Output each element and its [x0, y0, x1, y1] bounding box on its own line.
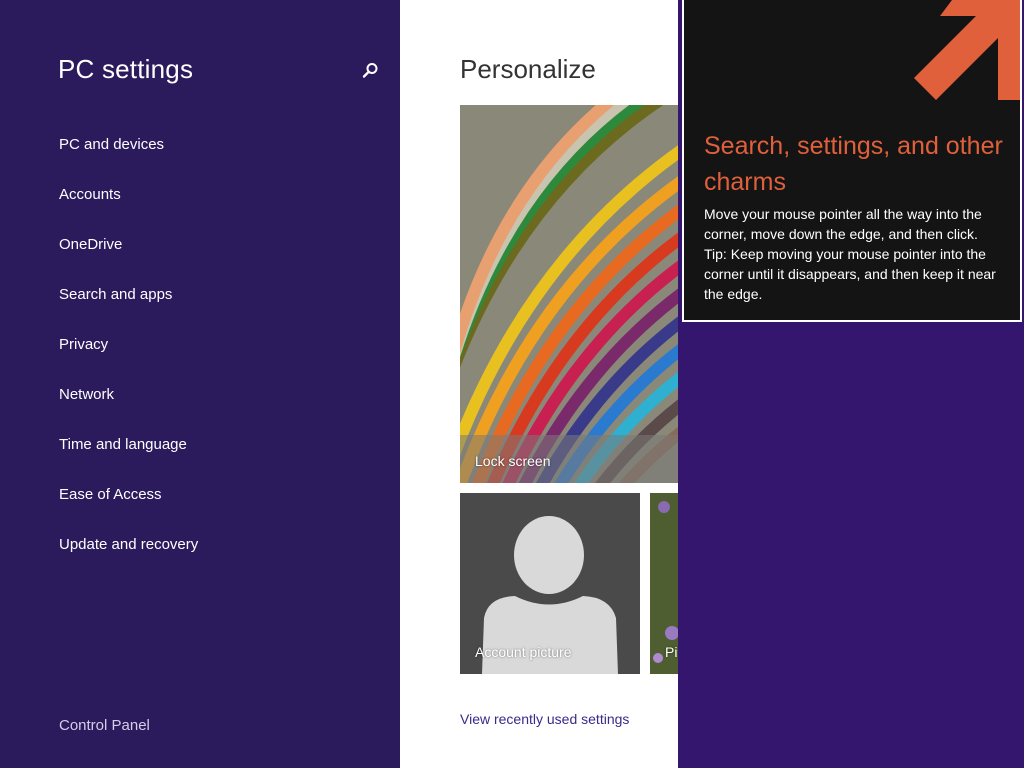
sidebar-item-time-and-language[interactable]: Time and language — [59, 434, 198, 484]
sidebar-nav: PC and devices Accounts OneDrive Search … — [59, 134, 198, 584]
charms-tip-heading: Search, settings, and other charms — [704, 132, 1003, 196]
sidebar: PC settings PC and devices Accounts OneD… — [0, 0, 400, 768]
account-picture-label: Account picture — [475, 644, 572, 660]
charms-tip-body: Move your mouse pointer all the way into… — [704, 206, 996, 302]
sidebar-item-onedrive[interactable]: OneDrive — [59, 234, 198, 284]
section-title: Personalize — [460, 54, 596, 84]
view-recently-used-settings-link[interactable]: View recently used settings — [460, 711, 629, 727]
sidebar-item-accounts[interactable]: Accounts — [59, 184, 198, 234]
sidebar-item-update-and-recovery[interactable]: Update and recovery — [59, 534, 198, 584]
sidebar-item-network[interactable]: Network — [59, 384, 198, 434]
page-title: PC settings — [58, 54, 194, 84]
arrow-up-right-icon — [914, 0, 1020, 100]
charms-tip-panel: Search, settings, and other charms Move … — [682, 0, 1022, 322]
lock-screen-tile[interactable]: Lock screen — [460, 105, 678, 483]
picture-tile-label: Pi — [665, 644, 678, 660]
lock-screen-label: Lock screen — [475, 453, 551, 469]
sidebar-item-privacy[interactable]: Privacy — [59, 334, 198, 384]
account-picture-tile[interactable]: Account picture — [460, 493, 640, 674]
sidebar-item-pc-and-devices[interactable]: PC and devices — [59, 134, 198, 184]
lock-screen-image — [460, 105, 678, 483]
sidebar-item-search-and-apps[interactable]: Search and apps — [59, 284, 198, 334]
sidebar-item-ease-of-access[interactable]: Ease of Access — [59, 484, 198, 534]
control-panel-link[interactable]: Control Panel — [59, 717, 150, 734]
search-icon[interactable] — [360, 60, 382, 82]
